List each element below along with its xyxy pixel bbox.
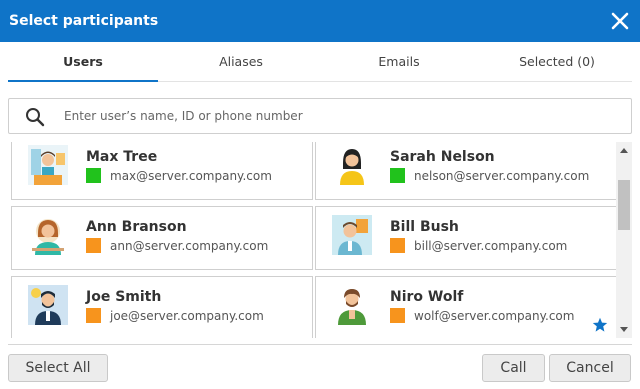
status-away-icon: [86, 308, 101, 323]
user-card-ann-branson[interactable]: Ann Branson ann@server.company.com: [11, 206, 313, 270]
close-icon[interactable]: [610, 11, 630, 31]
footer-divider: [8, 344, 632, 345]
scroll-up-arrow-icon[interactable]: [620, 148, 628, 153]
select-all-button[interactable]: Select All: [8, 354, 108, 382]
user-card-joe-smith[interactable]: Joe Smith joe@server.company.com: [11, 276, 313, 338]
user-email: joe@server.company.com: [110, 309, 264, 323]
tab-users[interactable]: Users: [8, 42, 158, 82]
search-icon: [26, 108, 45, 127]
dialog-title: Select participants: [9, 13, 159, 29]
avatar: [28, 215, 68, 255]
user-card-sarah-nelson[interactable]: Sarah Nelson nelson@server.company.com: [315, 142, 616, 200]
status-away-icon: [390, 308, 405, 323]
search-box: [8, 98, 632, 134]
user-card-niro-wolf[interactable]: Niro Wolf wolf@server.company.com: [315, 276, 616, 338]
avatar: [332, 285, 372, 325]
avatar: [332, 215, 372, 255]
dialog-titlebar: Select participants: [0, 0, 640, 42]
avatar: [28, 145, 68, 185]
favorite-star-icon[interactable]: [592, 317, 608, 333]
status-away-icon: [86, 238, 101, 253]
user-email: bill@server.company.com: [414, 239, 568, 253]
call-button[interactable]: Call: [482, 354, 545, 382]
avatar: [332, 145, 372, 185]
user-email: ann@server.company.com: [110, 239, 269, 253]
status-online-icon: [86, 168, 101, 183]
status-online-icon: [390, 168, 405, 183]
user-name: Max Tree: [86, 149, 158, 165]
user-list: Max Tree max@server.company.com Sarah Ne…: [8, 142, 616, 338]
user-name: Joe Smith: [86, 289, 162, 305]
tab-aliases[interactable]: Aliases: [166, 42, 316, 82]
avatar: [28, 285, 68, 325]
user-name: Ann Branson: [86, 219, 187, 235]
tab-bar: Users Aliases Emails Selected (0): [8, 42, 632, 82]
user-name: Sarah Nelson: [390, 149, 495, 165]
list-scrollbar[interactable]: [616, 142, 632, 338]
scroll-down-arrow-icon[interactable]: [620, 327, 628, 332]
tab-emails[interactable]: Emails: [324, 42, 474, 82]
user-card-bill-bush[interactable]: Bill Bush bill@server.company.com: [315, 206, 616, 270]
user-card-max-tree[interactable]: Max Tree max@server.company.com: [11, 142, 313, 200]
search-input[interactable]: [64, 104, 614, 128]
user-email: nelson@server.company.com: [414, 169, 590, 183]
tab-selected[interactable]: Selected (0): [482, 42, 632, 82]
user-name: Bill Bush: [390, 219, 459, 235]
cancel-button[interactable]: Cancel: [549, 354, 631, 382]
user-email: max@server.company.com: [110, 169, 272, 183]
scrollbar-thumb[interactable]: [618, 180, 630, 230]
user-email: wolf@server.company.com: [414, 309, 575, 323]
user-name: Niro Wolf: [390, 289, 464, 305]
status-away-icon: [390, 238, 405, 253]
